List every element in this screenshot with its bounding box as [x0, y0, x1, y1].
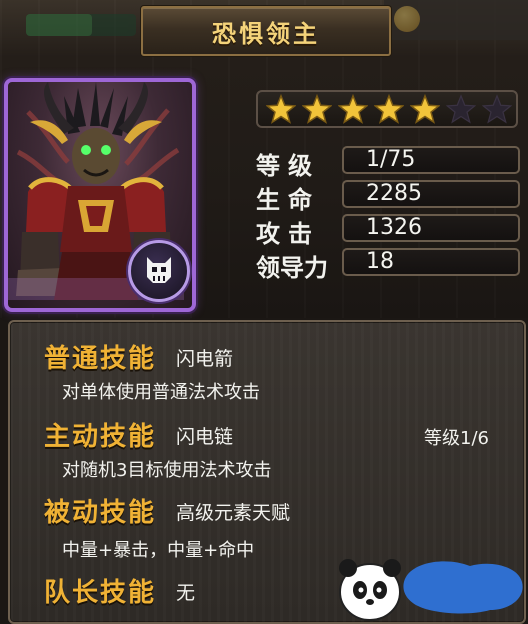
stat-value-hp: 2285: [342, 180, 520, 208]
skill-desc-passive: 中量+暴击，中量+命中: [62, 540, 255, 561]
stat-label-hp: 生命: [256, 186, 320, 214]
stat-value-level: 1/75: [342, 146, 520, 174]
skill-desc-active: 对随机3目标使用法术攻击: [62, 460, 272, 481]
skill-name-active: 闪电链: [176, 426, 234, 448]
skill-level-active: 等级1/6: [424, 428, 489, 449]
stat-label-leadership: 领导力: [256, 254, 328, 282]
star-empty-icon: [446, 94, 476, 124]
star-empty-icon: [482, 94, 512, 124]
skill-title-active: 主动技能: [44, 422, 157, 452]
skill-name-leader: 无: [176, 582, 196, 604]
background-coin-icon: [394, 6, 420, 32]
star-icon: [266, 94, 296, 124]
hero-title-banner: 恐惧领主: [141, 6, 391, 56]
skull-icon: [147, 257, 171, 283]
hero-name: 恐惧领主: [212, 19, 320, 48]
watermark-logo: [339, 559, 523, 621]
class-badge[interactable]: [128, 240, 190, 302]
stat-value-leadership: 18: [342, 248, 520, 276]
star-icon: [410, 94, 440, 124]
stat-label-attack: 攻击: [256, 220, 320, 248]
skill-name-normal: 闪电箭: [176, 348, 234, 370]
skill-title-passive: 被动技能: [44, 498, 157, 528]
background-ghost-bar: [26, 14, 136, 36]
stat-label-level: 等级: [256, 152, 320, 180]
star-icon: [374, 94, 404, 124]
skill-title-normal: 普通技能: [44, 344, 157, 374]
star-rating: [256, 90, 518, 128]
skill-title-leader: 队长技能: [44, 578, 157, 608]
skill-name-passive: 高级元素天赋: [176, 502, 291, 524]
star-icon: [338, 94, 368, 124]
skill-desc-normal: 对单体使用普通法术攻击: [62, 382, 260, 403]
stat-value-attack: 1326: [342, 214, 520, 242]
star-icon: [302, 94, 332, 124]
